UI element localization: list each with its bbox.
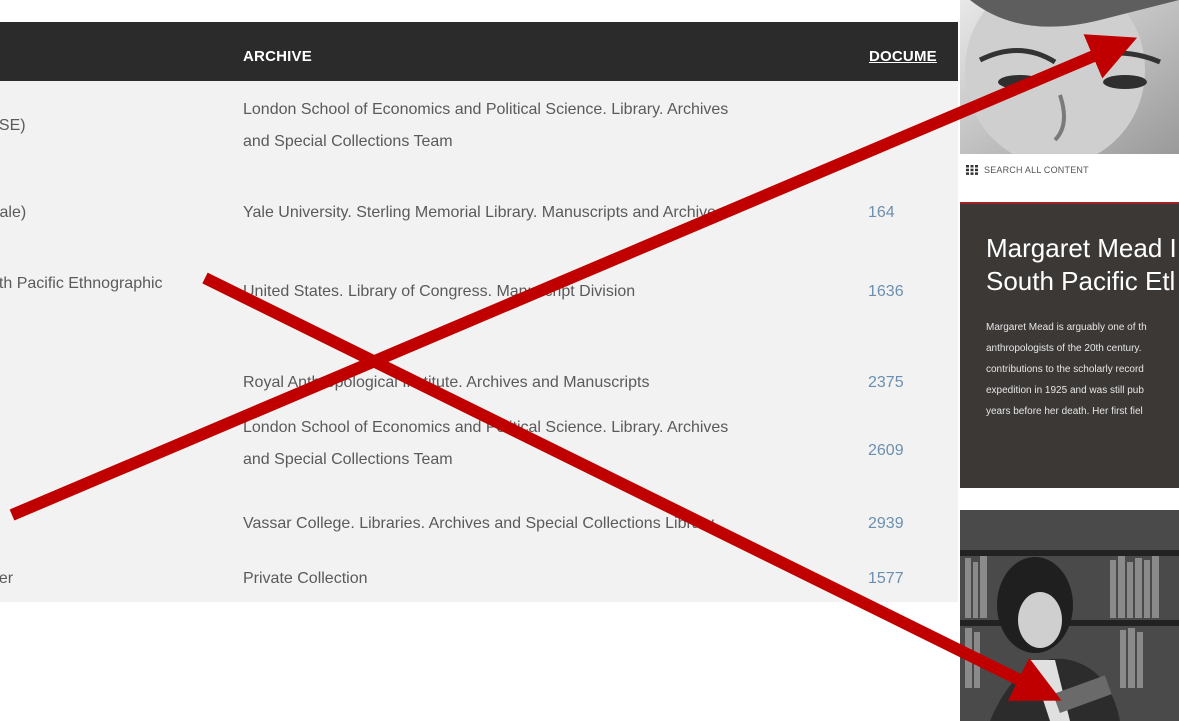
document-count-link[interactable]: 2939 — [868, 508, 904, 540]
document-count-link[interactable]: 1636 — [868, 276, 904, 308]
document-count-link[interactable]: 1577 — [868, 563, 904, 595]
archive-cell: London School of Economics and Political… — [243, 101, 729, 150]
archive-cell: Yale University. Sterling Memorial Libra… — [243, 204, 725, 221]
documents-column-header[interactable]: DOCUME — [869, 22, 937, 81]
archive-cell: Vassar College. Libraries. Archives and … — [243, 515, 715, 532]
right-sidebar: SEARCH ALL CONTENT Margaret Mead I South… — [958, 0, 1179, 721]
feature-description: Margaret Mead is arguably one of th anth… — [986, 322, 1147, 417]
table-row[interactable]: London School of Economics and Political… — [0, 411, 958, 479]
table-row[interactable]: Royal Anthropological Institute. Archive… — [0, 363, 958, 401]
archive-cell: Royal Anthropological Institute. Archive… — [243, 374, 650, 391]
document-count-link[interactable]: 2375 — [868, 367, 904, 399]
table-row[interactable]: Yale) Yale University. Sterling Memorial… — [0, 193, 958, 231]
search-all-content[interactable]: SEARCH ALL CONTENT — [958, 158, 1179, 192]
library-photo-image — [960, 510, 1179, 721]
table-row[interactable]: uth Pacific Ethnographic United States. … — [0, 268, 958, 308]
collection-cell[interactable]: ner — [0, 563, 13, 595]
document-count-link[interactable]: 2609 — [868, 435, 904, 467]
collection-cell[interactable]: uth Pacific Ethnographic — [0, 268, 163, 300]
archive-table: ARCHIVE DOCUME LSE) London School of Eco… — [0, 22, 958, 602]
table-header: ARCHIVE DOCUME — [0, 22, 958, 81]
table-body: LSE) London School of Economics and Poli… — [0, 81, 958, 602]
portrait-photo[interactable] — [960, 0, 1179, 154]
archive-cell: United States. Library of Congress. Manu… — [243, 283, 636, 300]
archive-column-header[interactable]: ARCHIVE — [243, 22, 312, 81]
collection-cell[interactable]: Yale) — [0, 197, 26, 229]
archive-cell: Private Collection — [243, 570, 368, 587]
table-row[interactable]: Vassar College. Libraries. Archives and … — [0, 504, 958, 542]
library-photo[interactable] — [960, 510, 1179, 721]
document-count-link[interactable]: 164 — [868, 197, 895, 229]
portrait-photo-image — [960, 0, 1179, 154]
grid-icon — [966, 165, 978, 175]
collection-cell[interactable]: LSE) — [0, 110, 26, 142]
feature-title[interactable]: Margaret Mead I South Pacific Etl — [986, 232, 1179, 298]
feature-card[interactable]: Margaret Mead I South Pacific Etl Margar… — [960, 202, 1179, 488]
search-all-content-label: SEARCH ALL CONTENT — [984, 165, 1089, 175]
table-row[interactable]: LSE) London School of Economics and Poli… — [0, 93, 958, 161]
archive-cell: London School of Economics and Political… — [243, 419, 729, 468]
table-row[interactable]: ner Private Collection 1577 — [0, 559, 958, 597]
